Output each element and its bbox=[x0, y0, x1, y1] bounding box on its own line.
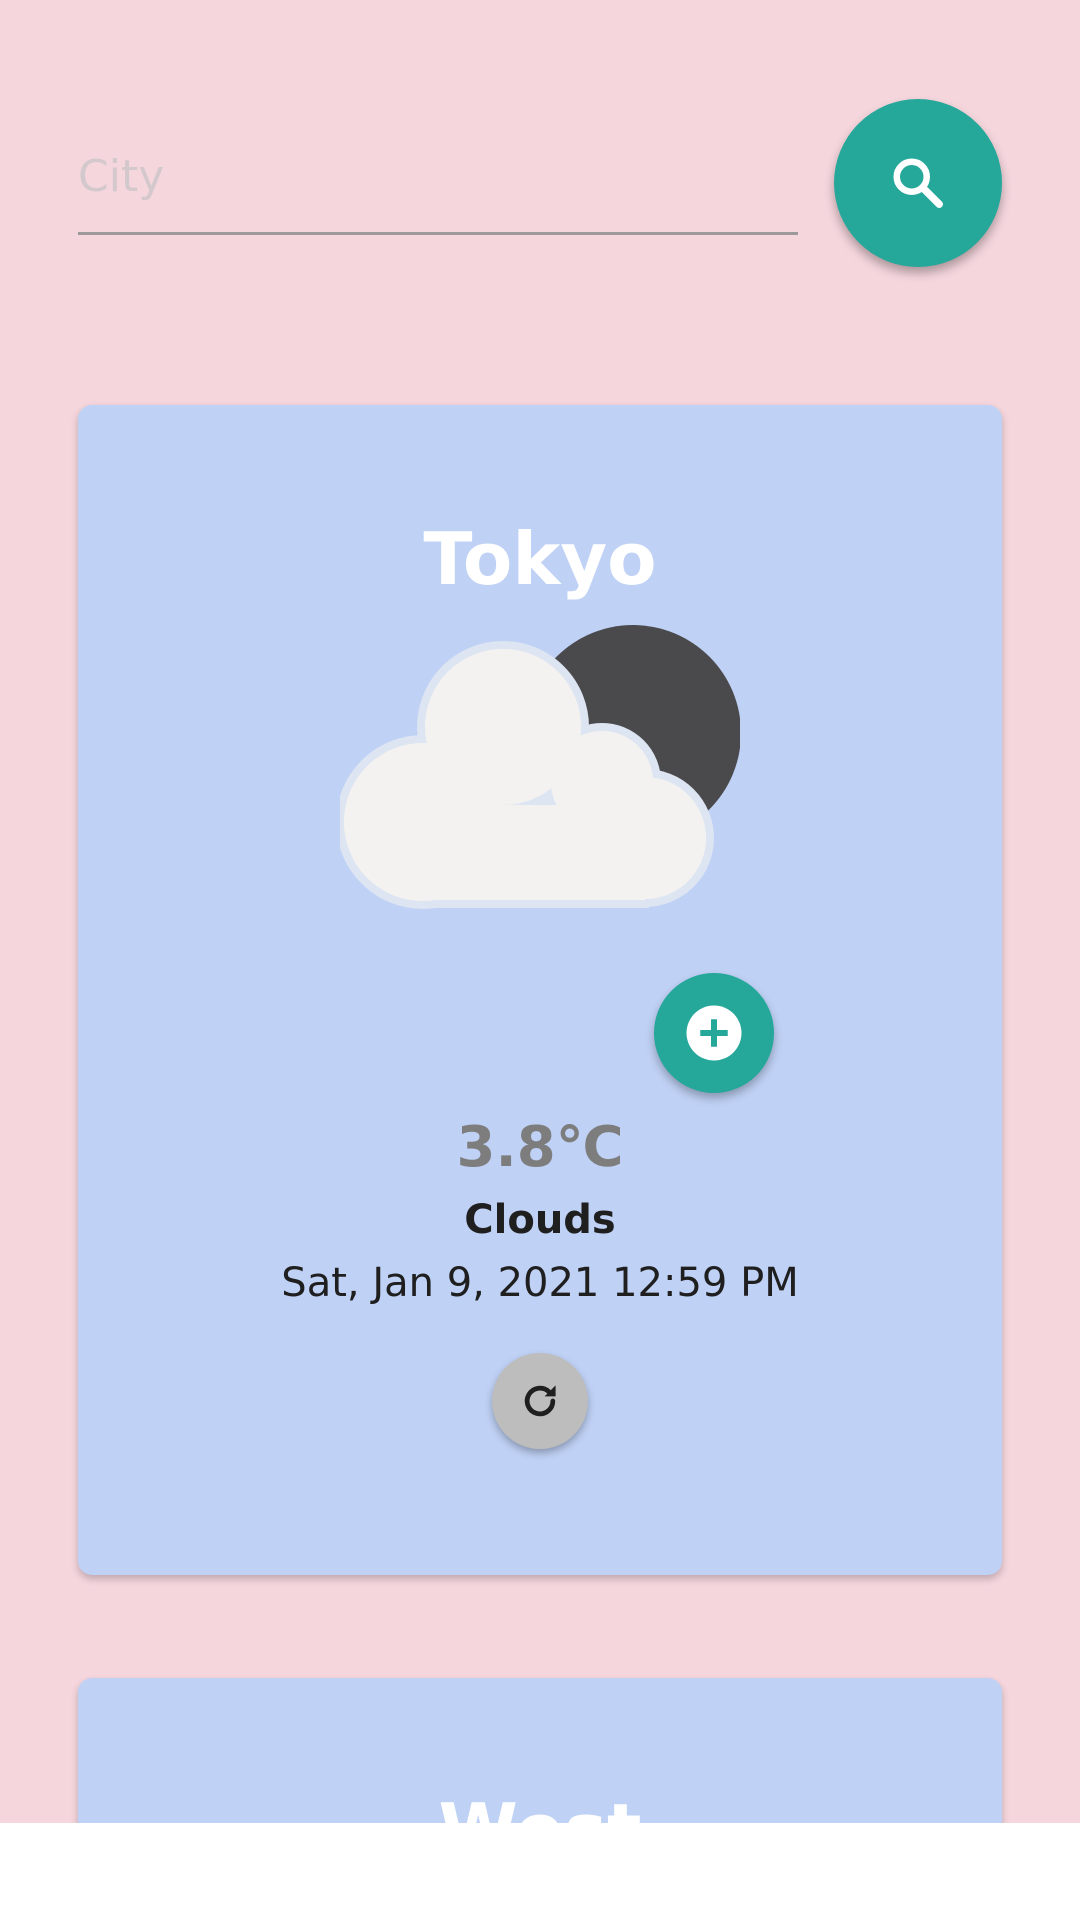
weather-page: Tokyo bbox=[0, 0, 1080, 1823]
add-favorite-button[interactable] bbox=[654, 973, 774, 1093]
temperature: 3.8℃ bbox=[456, 1115, 624, 1180]
plus-circle-icon bbox=[686, 1005, 742, 1061]
city-search-field[interactable] bbox=[78, 130, 798, 235]
city-search-input[interactable] bbox=[78, 140, 798, 212]
weather-card: West bbox=[78, 1678, 1002, 1823]
search-icon bbox=[893, 158, 943, 208]
refresh-button[interactable] bbox=[492, 1353, 588, 1449]
city-name: Tokyo bbox=[423, 517, 657, 601]
city-name: West bbox=[78, 1788, 1002, 1823]
date-time: Sat, Jan 9, 2021 12:59 PM bbox=[281, 1260, 799, 1306]
weather-condition: Clouds bbox=[464, 1197, 616, 1243]
search-button[interactable] bbox=[834, 99, 1002, 267]
refresh-icon bbox=[524, 1385, 556, 1417]
bottom-bar bbox=[0, 1823, 1080, 1920]
cloud-moon-icon bbox=[340, 625, 740, 909]
weather-card: Tokyo 3.8℃ Clouds Sat, Jan 9, 2021 12:59… bbox=[78, 405, 1002, 1575]
